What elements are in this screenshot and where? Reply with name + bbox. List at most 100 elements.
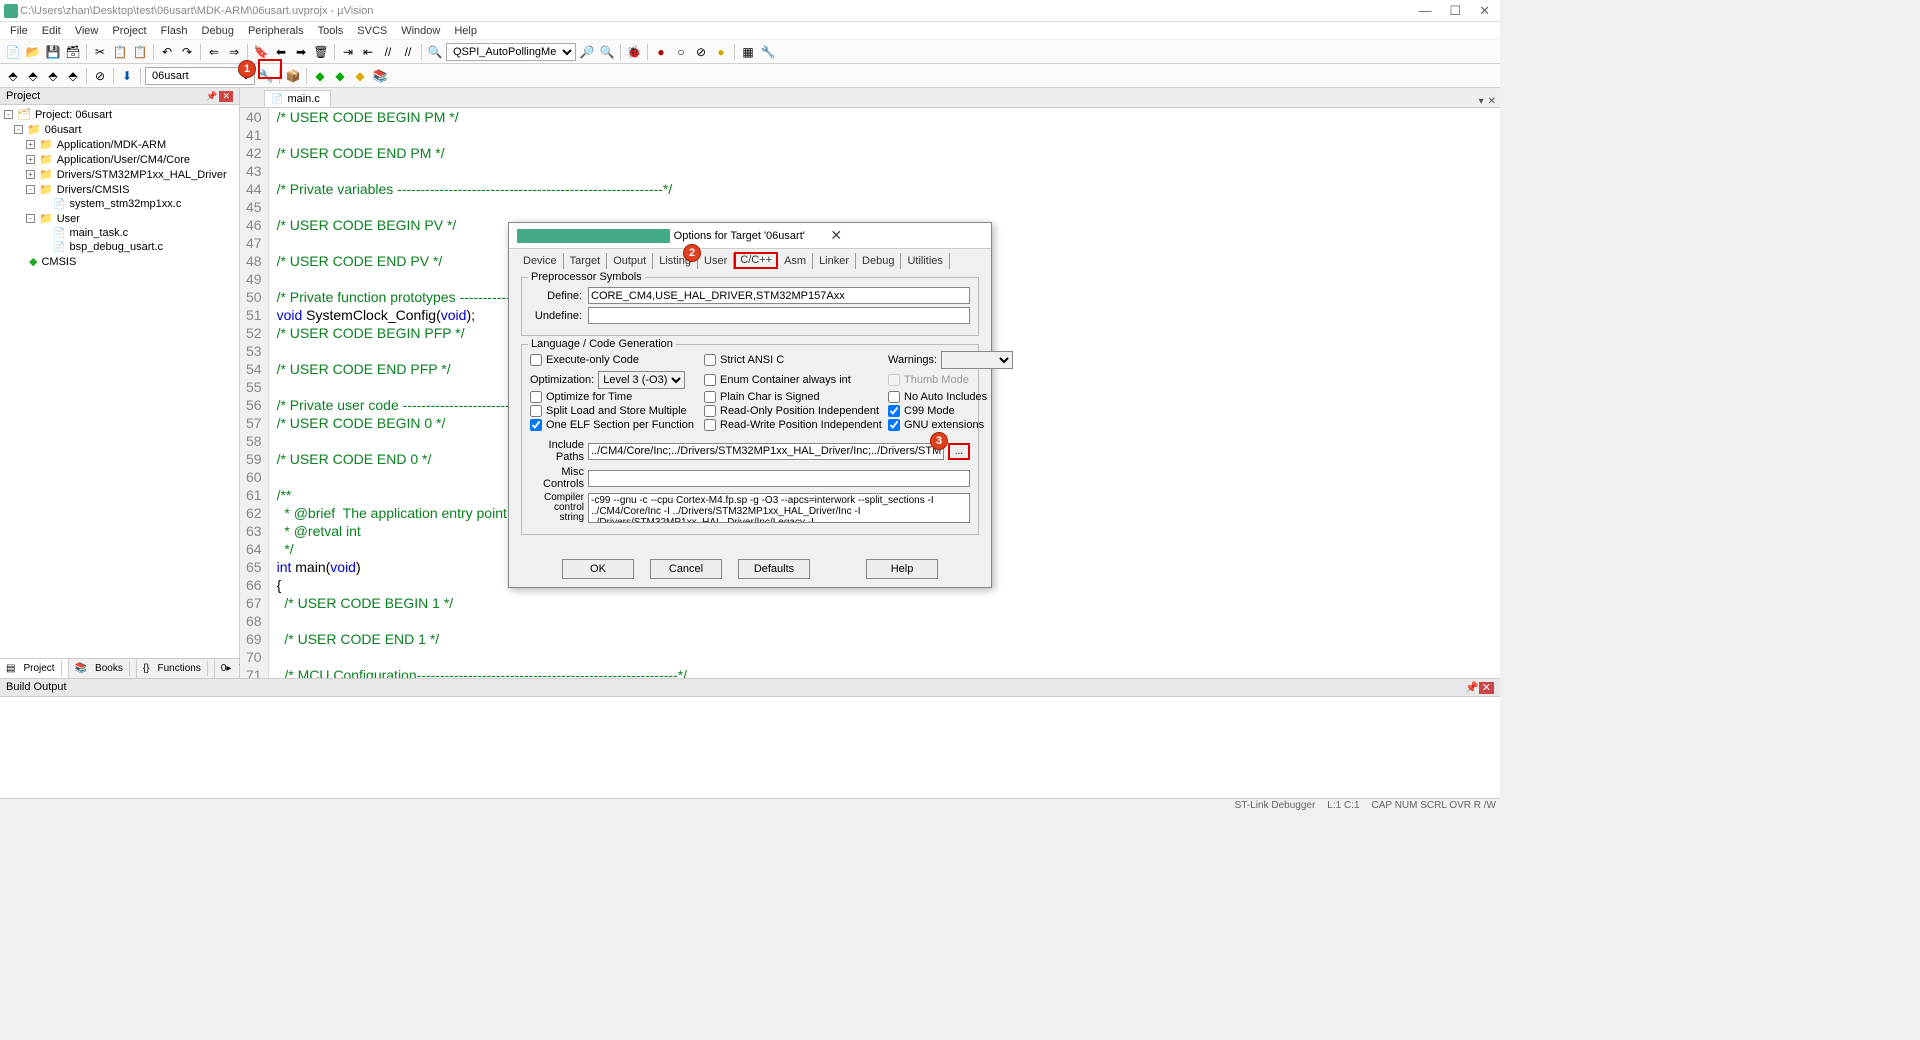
pack-installer-icon[interactable]: ◆: [351, 67, 369, 85]
tree-item[interactable]: -📁User: [2, 211, 237, 226]
chk-c99[interactable]: [888, 405, 900, 417]
tab-output[interactable]: Output: [607, 253, 653, 269]
warnings-select[interactable]: [941, 351, 1013, 369]
break-insert-icon[interactable]: ●: [652, 43, 670, 61]
opt-select[interactable]: Level 3 (-O3): [598, 371, 685, 389]
bookmark-next-icon[interactable]: ➡: [292, 43, 310, 61]
tree-item[interactable]: -📁06usart: [2, 122, 237, 137]
tab-device[interactable]: Device: [517, 253, 564, 269]
findfiles-icon[interactable]: 🔎: [578, 43, 596, 61]
menu-view[interactable]: View: [69, 24, 105, 38]
build-close-icon[interactable]: ✕: [1479, 682, 1494, 694]
tab-project[interactable]: ▤ Project: [0, 659, 69, 678]
chk-oneelf[interactable]: [530, 419, 542, 431]
batch-icon[interactable]: ⬘: [64, 67, 82, 85]
undo-icon[interactable]: ↶: [158, 43, 176, 61]
new-icon[interactable]: 📄: [4, 43, 22, 61]
chk-rwpi[interactable]: [704, 419, 716, 431]
comment-icon[interactable]: //: [379, 43, 397, 61]
indent-icon[interactable]: ⇥: [339, 43, 357, 61]
cut-icon[interactable]: ✂: [91, 43, 109, 61]
tab-functions[interactable]: {} Functions: [137, 659, 215, 678]
menu-peripherals[interactable]: Peripherals: [242, 24, 310, 38]
menu-debug[interactable]: Debug: [196, 24, 240, 38]
tab-ccpp[interactable]: C/C++: [734, 252, 778, 269]
tab-books[interactable]: 📚 Books: [69, 659, 137, 678]
paste-icon[interactable]: 📋: [131, 43, 149, 61]
menu-edit[interactable]: Edit: [36, 24, 67, 38]
bookmark-clear-icon[interactable]: 🗑: [312, 43, 330, 61]
menu-project[interactable]: Project: [106, 24, 152, 38]
chk-noauto[interactable]: [888, 391, 900, 403]
project-tree[interactable]: -🗂Project: 06usart -📁06usart+📁Applicatio…: [0, 105, 239, 658]
undefine-input[interactable]: [588, 307, 970, 324]
menu-flash[interactable]: Flash: [155, 24, 194, 38]
chk-split[interactable]: [530, 405, 542, 417]
tree-item[interactable]: 📄main_task.c: [2, 226, 237, 240]
chk-execonly[interactable]: [530, 354, 542, 366]
ok-button[interactable]: OK: [562, 559, 634, 579]
tab-utilities[interactable]: Utilities: [901, 253, 949, 269]
chk-enum[interactable]: [704, 374, 716, 386]
inc-browse-button[interactable]: ...: [948, 443, 970, 460]
break-killall-icon[interactable]: ⊘: [692, 43, 710, 61]
redo-icon[interactable]: ↷: [178, 43, 196, 61]
unindent-icon[interactable]: ⇤: [359, 43, 377, 61]
stop-icon[interactable]: ⊘: [91, 67, 109, 85]
menu-tools[interactable]: Tools: [312, 24, 350, 38]
navback-icon[interactable]: ⇐: [205, 43, 223, 61]
tree-item[interactable]: +📁Application/MDK-ARM: [2, 137, 237, 152]
editor-close-icon[interactable]: ✕: [1488, 96, 1496, 107]
define-input[interactable]: [588, 287, 970, 304]
help-button[interactable]: Help: [866, 559, 938, 579]
save-icon[interactable]: 💾: [44, 43, 62, 61]
defaults-button[interactable]: Defaults: [738, 559, 810, 579]
inc-input[interactable]: [588, 443, 944, 460]
chk-opt4time[interactable]: [530, 391, 542, 403]
manage-rte-icon[interactable]: ◆: [311, 67, 329, 85]
tab-linker[interactable]: Linker: [813, 253, 856, 269]
find-combo[interactable]: QSPI_AutoPollingMemRe: [446, 43, 576, 61]
menu-help[interactable]: Help: [448, 24, 483, 38]
editor-dropdown-icon[interactable]: ▾: [1479, 96, 1484, 107]
tree-item[interactable]: +📁Drivers/STM32MP1xx_HAL_Driver: [2, 167, 237, 182]
build-icon[interactable]: ⬘: [24, 67, 42, 85]
select-pack-icon[interactable]: ◆: [331, 67, 349, 85]
maximize-icon[interactable]: ☐: [1449, 3, 1461, 19]
debug-icon[interactable]: 🐞: [625, 43, 643, 61]
incfind-icon[interactable]: 🔍: [598, 43, 616, 61]
copy-icon[interactable]: 📋: [111, 43, 129, 61]
tab-debug[interactable]: Debug: [856, 253, 901, 269]
bookmark-prev-icon[interactable]: ⬅: [272, 43, 290, 61]
editor-tab-main[interactable]: 📄 main.c: [264, 90, 331, 107]
panel-close-icon[interactable]: ✕: [219, 91, 233, 102]
chk-gnu[interactable]: [888, 419, 900, 431]
build-pin-icon[interactable]: 📌: [1465, 682, 1479, 694]
download-icon[interactable]: ⬇: [118, 67, 136, 85]
break-enable-icon[interactable]: ●: [712, 43, 730, 61]
navfwd-icon[interactable]: ⇒: [225, 43, 243, 61]
project-root[interactable]: Project: 06usart: [35, 109, 112, 121]
tree-item[interactable]: 📄bsp_debug_usart.c: [2, 240, 237, 254]
find-icon[interactable]: 🔍: [426, 43, 444, 61]
panel-pin-icon[interactable]: 📌: [206, 91, 217, 102]
open-icon[interactable]: 📂: [24, 43, 42, 61]
close-icon[interactable]: ✕: [1479, 3, 1490, 19]
chk-plainchar[interactable]: [704, 391, 716, 403]
tab-user[interactable]: User: [698, 253, 734, 269]
tree-item[interactable]: ◆CMSIS: [2, 254, 237, 269]
books-icon[interactable]: 📚: [371, 67, 389, 85]
tab-asm[interactable]: Asm: [778, 253, 813, 269]
minimize-icon[interactable]: —: [1418, 3, 1431, 19]
menu-svcs[interactable]: SVCS: [351, 24, 393, 38]
menu-file[interactable]: File: [4, 24, 34, 38]
chk-strict[interactable]: [704, 354, 716, 366]
window-icon[interactable]: ▦: [739, 43, 757, 61]
uncomment-icon[interactable]: //: [399, 43, 417, 61]
misc-input[interactable]: [588, 470, 970, 487]
manage-icon[interactable]: 📦: [284, 67, 302, 85]
chk-ropi[interactable]: [704, 405, 716, 417]
tree-item[interactable]: 📄system_stm32mp1xx.c: [2, 197, 237, 211]
saveall-icon[interactable]: 🗃: [64, 43, 82, 61]
tree-item[interactable]: -📁Drivers/CMSIS: [2, 182, 237, 197]
